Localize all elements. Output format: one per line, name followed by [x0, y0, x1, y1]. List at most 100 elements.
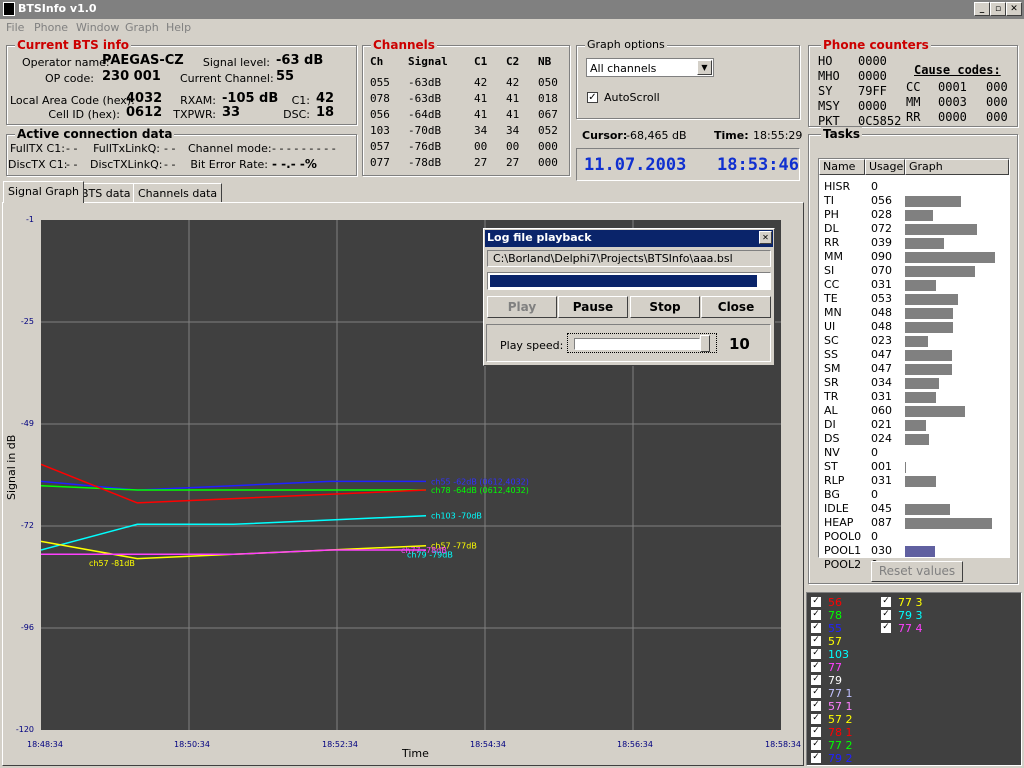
task-row[interactable]: SI 070: [819, 264, 1009, 278]
legend-item[interactable]: ✓ 77 1: [811, 687, 881, 700]
legend-checkbox[interactable]: ✓: [811, 623, 821, 633]
legend-checkbox[interactable]: ✓: [811, 714, 821, 724]
task-row[interactable]: SM 047: [819, 362, 1009, 376]
dialog-close-icon[interactable]: ✕: [759, 231, 772, 244]
speed-thumb[interactable]: [700, 335, 710, 352]
legend-item[interactable]: ✓ 77: [811, 661, 881, 674]
channel-cell: 078: [370, 92, 390, 105]
task-row[interactable]: TI 056: [819, 194, 1009, 208]
legend-item[interactable]: ✓ 57: [811, 635, 881, 648]
task-row[interactable]: DL 072: [819, 222, 1009, 236]
legend-item[interactable]: ✓ 79 2: [811, 752, 881, 765]
legend-checkbox[interactable]: ✓: [881, 597, 891, 607]
task-name: RR: [824, 236, 840, 249]
counter-value: 0000: [858, 69, 887, 83]
task-row[interactable]: PH 028: [819, 208, 1009, 222]
menu-graph[interactable]: Graph: [125, 21, 159, 34]
chevron-down-icon[interactable]: ▼: [697, 60, 712, 75]
task-row[interactable]: CC 031: [819, 278, 1009, 292]
menu-help[interactable]: Help: [166, 21, 191, 34]
legend-item[interactable]: ✓ 79 3: [881, 609, 951, 622]
legend-item[interactable]: ✓ 78 1: [811, 726, 881, 739]
legend-item[interactable]: ✓ 57 1: [811, 700, 881, 713]
stop-button[interactable]: Stop: [630, 296, 700, 318]
task-row[interactable]: NV 0: [819, 446, 1009, 460]
speed-slider[interactable]: [567, 333, 717, 353]
legend-item[interactable]: ✓ 77 2: [811, 739, 881, 752]
legend-item[interactable]: ✓ 56: [811, 596, 881, 609]
task-row[interactable]: RR 039: [819, 236, 1009, 250]
channel-row: 078 -63dB 41 41 018: [368, 92, 568, 108]
legend-item[interactable]: ✓ 79: [811, 674, 881, 687]
legend-checkbox[interactable]: ✓: [811, 636, 821, 646]
task-row[interactable]: BG 0: [819, 488, 1009, 502]
task-usage: 087: [871, 516, 892, 529]
task-row[interactable]: SR 034: [819, 376, 1009, 390]
channel-cell: -70dB: [408, 124, 442, 137]
task-row[interactable]: AL 060: [819, 404, 1009, 418]
pause-button[interactable]: Pause: [558, 296, 628, 318]
task-row[interactable]: TE 053: [819, 292, 1009, 306]
legend-checkbox[interactable]: ✓: [811, 688, 821, 698]
legend-item[interactable]: ✓ 57 2: [811, 713, 881, 726]
task-usage: 056: [871, 194, 892, 207]
legend-checkbox[interactable]: ✓: [811, 740, 821, 750]
legend-checkbox[interactable]: ✓: [811, 662, 821, 672]
task-row[interactable]: SC 023: [819, 334, 1009, 348]
tasks-col-graph[interactable]: Graph: [905, 159, 1009, 175]
tab-channels-data[interactable]: Channels data: [133, 183, 223, 203]
legend-label: 55: [828, 622, 842, 635]
legend-checkbox[interactable]: ✓: [881, 623, 891, 633]
x-tick-label: 18:52:34: [322, 740, 358, 749]
channel-select[interactable]: All channels ▼: [586, 58, 714, 77]
legend-item[interactable]: ✓ 78: [811, 609, 881, 622]
menu-phone[interactable]: Phone: [34, 21, 68, 34]
tasks-col-name[interactable]: Name: [819, 159, 865, 175]
tasks-col-usage[interactable]: Usage: [865, 159, 905, 175]
autoscroll-label: AutoScroll: [604, 91, 660, 104]
tab-bts-data[interactable]: BTS data: [76, 183, 136, 203]
legend-item[interactable]: ✓ 55: [811, 622, 881, 635]
legend-checkbox[interactable]: ✓: [881, 610, 891, 620]
legend-checkbox[interactable]: ✓: [811, 701, 821, 711]
task-row[interactable]: MM 090: [819, 250, 1009, 264]
task-row[interactable]: TR 031: [819, 390, 1009, 404]
dialog-close-button[interactable]: Close: [701, 296, 771, 318]
legend-checkbox[interactable]: ✓: [811, 753, 821, 763]
task-row[interactable]: SS 047: [819, 348, 1009, 362]
y-tick-label: -72: [20, 521, 34, 530]
maximize-button[interactable]: ▫: [990, 2, 1006, 16]
legend-item[interactable]: ✓ 77 3: [881, 596, 951, 609]
task-row[interactable]: ST 001: [819, 460, 1009, 474]
task-row[interactable]: UI 048: [819, 320, 1009, 334]
task-row[interactable]: HISR 0: [819, 180, 1009, 194]
legend-label: 77 3: [898, 596, 923, 609]
legend-item[interactable]: ✓ 77 4: [881, 622, 951, 635]
autoscroll-checkbox[interactable]: ✓: [587, 92, 598, 103]
close-button[interactable]: ✕: [1006, 2, 1022, 16]
task-row[interactable]: MN 048: [819, 306, 1009, 320]
channel-cell: 42: [474, 76, 488, 89]
task-row[interactable]: HEAP 087: [819, 516, 1009, 530]
legend-item[interactable]: ✓ 103: [811, 648, 881, 661]
task-row[interactable]: RLP 031: [819, 474, 1009, 488]
reset-values-button[interactable]: Reset values: [871, 561, 963, 582]
tab-signal-graph[interactable]: Signal Graph: [3, 181, 85, 203]
task-row[interactable]: IDLE 045: [819, 502, 1009, 516]
legend-checkbox[interactable]: ✓: [811, 597, 821, 607]
task-row[interactable]: POOL0 0: [819, 530, 1009, 544]
task-row[interactable]: DS 024: [819, 432, 1009, 446]
menu-file[interactable]: File: [6, 21, 24, 34]
task-usage: 070: [871, 264, 892, 277]
legend-checkbox[interactable]: ✓: [811, 649, 821, 659]
channel-select-value: All channels: [590, 62, 657, 75]
chmode-label: Channel mode:: [188, 142, 272, 155]
legend-checkbox[interactable]: ✓: [811, 727, 821, 737]
play-button[interactable]: Play: [487, 296, 557, 318]
task-row[interactable]: DI 021: [819, 418, 1009, 432]
legend-checkbox[interactable]: ✓: [811, 610, 821, 620]
minimize-button[interactable]: _: [974, 2, 990, 16]
task-row[interactable]: POOL1 030: [819, 544, 1009, 558]
legend-checkbox[interactable]: ✓: [811, 675, 821, 685]
menu-window[interactable]: Window: [76, 21, 119, 34]
